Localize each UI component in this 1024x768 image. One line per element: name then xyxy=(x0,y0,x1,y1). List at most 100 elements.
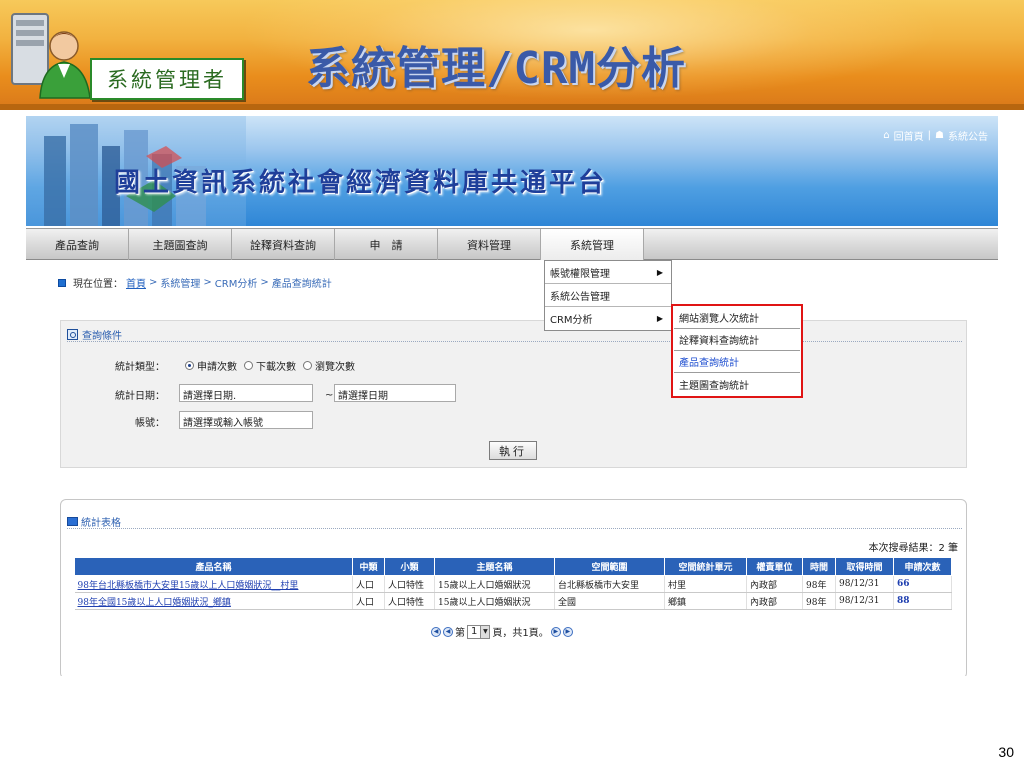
header-links: ⌂ 回首頁 | ☗ 系統公告 xyxy=(883,128,988,143)
menu-item-label: 系統公告管理 xyxy=(550,291,610,303)
table-cell: 98/12/31 xyxy=(835,592,894,610)
table-row: 98年台北縣板橋市大安里15歲以上人口婚姻狀況__村里 人口 人口特性 15歲以… xyxy=(74,575,952,593)
nav-item-theme-map-query[interactable]: 主題圖查詢 xyxy=(129,229,232,260)
column-header[interactable]: 申請次數 xyxy=(893,557,952,576)
menu-item-announcement-management[interactable]: 系統公告管理 xyxy=(545,284,671,307)
submenu-item-site-visits[interactable]: 網站瀏覽人次統計 xyxy=(674,307,800,329)
radio-label: 下載次數 xyxy=(256,362,296,373)
pager: ◀ ◀ 第 1 ▼ 頁，共1頁。 ▶ ▶ xyxy=(431,624,573,639)
results-panel-header: 統計表格 xyxy=(67,514,121,529)
admin-role-label: 系統管理者 xyxy=(107,68,227,92)
product-name-link[interactable]: 98年台北縣板橋市大安里15歲以上人口婚姻狀況__村里 xyxy=(74,575,353,593)
nav-item-system-management[interactable]: 系統管理 xyxy=(541,229,644,260)
account-input[interactable]: 請選擇或輸入帳號 xyxy=(179,411,313,429)
radio-label: 申請次數 xyxy=(197,362,237,373)
breadcrumb: 現在位置： 首頁 > 系統管理 > CRM分析 > 產品查詢統計 xyxy=(58,275,332,290)
product-name-link[interactable]: 98年全國15歲以上人口婚姻狀況_鄉鎮 xyxy=(74,592,353,610)
date-to-input[interactable]: 請選擇日期 xyxy=(334,384,456,402)
nav-item-data-management[interactable]: 資料管理 xyxy=(438,229,541,260)
menu-item-crm-analysis[interactable]: CRM分析 ▶ xyxy=(545,307,671,330)
main-nav: 產品查詢 主題圖查詢 詮釋資料查詢 申 請 資料管理 系統管理 xyxy=(26,228,998,260)
page-select-value: 1 xyxy=(471,626,478,637)
stat-type-radio-group: 申請次數 下載次數 瀏覽次數 xyxy=(185,358,358,373)
home-link[interactable]: 回首頁 xyxy=(894,128,924,143)
stat-date-label: 統計日期： xyxy=(115,391,165,402)
slide: 系統管理者 系統管理/CRM分析 國土資訊系統社會經濟資料庫共通平台 ⌂ 回首頁 xyxy=(0,0,1024,768)
table-row: 98年全國15歲以上人口婚姻狀況_鄉鎮 人口 人口特性 15歲以上人口婚姻狀況 … xyxy=(74,592,952,610)
chevron-down-icon[interactable]: ▼ xyxy=(480,625,490,638)
slide-title: 系統管理/CRM分析 xyxy=(306,43,686,94)
prev-page-icon[interactable]: ◀ xyxy=(443,626,453,637)
submenu-arrow-icon: ▶ xyxy=(656,267,663,277)
apply-count-cell: 66 xyxy=(893,575,952,593)
radio-button[interactable] xyxy=(244,361,253,370)
system-management-dropdown: 帳號權限管理 ▶ 系統公告管理 CRM分析 ▶ xyxy=(544,260,672,331)
account-label: 帳號： xyxy=(135,418,165,429)
page-select[interactable]: 1 ▼ xyxy=(467,624,491,639)
column-header[interactable]: 空間統計單元 xyxy=(664,557,747,576)
table-icon xyxy=(67,517,78,526)
slide-banner: 系統管理者 系統管理/CRM分析 xyxy=(0,0,1024,110)
column-header[interactable]: 取得時間 xyxy=(835,557,894,576)
query-panel: 查詢條件 統計類型： 申請次數 下載次數 瀏覽次數 統計日期： 請選擇日期. ~… xyxy=(60,320,967,468)
submenu-item-theme-map-query-stats[interactable]: 主題圖查詢統計 xyxy=(674,373,800,395)
table-cell: 98年 xyxy=(802,592,836,610)
results-table: 產品名稱 中類 小類 主題名稱 空間範圍 空間統計單元 權責單位 時間 取得時間… xyxy=(74,557,952,610)
app-screenshot: 國土資訊系統社會經濟資料庫共通平台 ⌂ 回首頁 | ☗ 系統公告 產品查詢 主題… xyxy=(22,116,1002,676)
pager-suffix: 頁，共1頁。 xyxy=(492,628,549,639)
radio-option-browse[interactable]: 瀏覽次數 xyxy=(303,358,355,373)
execute-button[interactable]: 執行 xyxy=(489,441,537,460)
table-cell: 全國 xyxy=(554,592,665,610)
table-cell: 15歲以上人口婚姻狀況 xyxy=(434,592,555,610)
date-from-input[interactable]: 請選擇日期. xyxy=(179,384,313,402)
column-header[interactable]: 小類 xyxy=(384,557,435,576)
table-cell: 內政部 xyxy=(746,592,803,610)
breadcrumb-bullet-icon xyxy=(58,278,66,287)
menu-item-account-permission[interactable]: 帳號權限管理 ▶ xyxy=(545,261,671,284)
radio-option-download[interactable]: 下載次數 xyxy=(244,358,296,373)
radio-button[interactable] xyxy=(303,361,312,370)
breadcrumb-part: 產品查詢統計 xyxy=(271,279,332,290)
column-header[interactable]: 權責單位 xyxy=(746,557,803,576)
divider xyxy=(67,528,962,529)
table-cell: 15歲以上人口婚姻狀況 xyxy=(434,575,555,593)
table-cell: 98/12/31 xyxy=(835,575,894,593)
table-cell: 人口特性 xyxy=(384,592,435,610)
nav-item-metadata-query[interactable]: 詮釋資料查詢 xyxy=(232,229,335,260)
nav-item-product-query[interactable]: 產品查詢 xyxy=(26,229,129,260)
table-cell: 村里 xyxy=(664,575,747,593)
menu-item-label: CRM分析 xyxy=(550,315,593,326)
crm-analysis-submenu: 網站瀏覽人次統計 詮釋資料查詢統計 產品查詢統計 主題圖查詢統計 xyxy=(671,304,803,398)
breadcrumb-home-link[interactable]: 首頁 xyxy=(126,275,146,290)
site-title: 國土資訊系統社會經濟資料庫共通平台 xyxy=(114,168,608,198)
breadcrumb-part: 系統管理 xyxy=(160,279,201,290)
column-header[interactable]: 空間範圍 xyxy=(554,557,665,576)
announce-link[interactable]: 系統公告 xyxy=(948,128,988,143)
table-cell: 人口 xyxy=(352,592,385,610)
radio-option-apply[interactable]: 申請次數 xyxy=(185,358,237,373)
submenu-item-metadata-query-stats[interactable]: 詮釋資料查詢統計 xyxy=(674,329,800,351)
first-page-icon[interactable]: ◀ xyxy=(431,626,441,637)
column-header[interactable]: 中類 xyxy=(352,557,385,576)
last-page-icon[interactable]: ▶ xyxy=(562,626,573,637)
submenu-item-product-query-stats[interactable]: 產品查詢統計 xyxy=(674,351,800,373)
stat-type-label: 統計類型： xyxy=(115,362,165,373)
table-cell: 人口 xyxy=(352,575,385,593)
home-icon: ⌂ xyxy=(883,130,890,141)
column-header[interactable]: 產品名稱 xyxy=(74,557,353,576)
slide-number: 30 xyxy=(998,744,1014,760)
table-cell: 台北縣板橋市大安里 xyxy=(554,575,665,593)
radio-label: 瀏覽次數 xyxy=(315,362,355,373)
banner-bottom-line xyxy=(0,104,1024,110)
nav-item-apply[interactable]: 申 請 xyxy=(335,229,438,260)
query-panel-title: 查詢條件 xyxy=(82,331,122,342)
column-header[interactable]: 主題名稱 xyxy=(434,557,555,576)
site-header: 國土資訊系統社會經濟資料庫共通平台 ⌂ 回首頁 | ☗ 系統公告 xyxy=(26,116,998,226)
search-icon xyxy=(67,329,78,340)
announce-icon: ☗ xyxy=(935,130,944,141)
next-page-icon[interactable]: ▶ xyxy=(550,626,561,637)
apply-count-cell: 88 xyxy=(893,592,952,610)
column-header[interactable]: 時間 xyxy=(802,557,836,576)
results-panel: 統計表格 本次搜尋結果：2 筆 產品名稱 中類 小類 主題名稱 空間範圍 空間統… xyxy=(60,499,967,676)
radio-button-checked[interactable] xyxy=(185,361,194,370)
